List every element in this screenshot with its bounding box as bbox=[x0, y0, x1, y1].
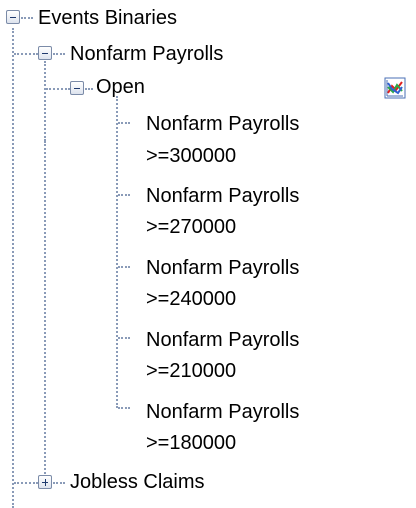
minus-icon bbox=[42, 53, 48, 54]
leaf-label-line2: >=300000 bbox=[146, 145, 237, 167]
leaf-label-line2: >=270000 bbox=[146, 216, 237, 238]
leaf-label-line1: Nonfarm Payrolls bbox=[146, 329, 300, 351]
tree-line bbox=[14, 482, 38, 484]
tree-line bbox=[14, 53, 38, 55]
tree-node-open[interactable]: Open bbox=[96, 72, 145, 103]
tree-line bbox=[118, 266, 130, 268]
tree-line bbox=[118, 407, 130, 409]
tree-line bbox=[53, 482, 65, 484]
collapse-toggle-open[interactable] bbox=[70, 81, 84, 95]
leaf-label-line1: Nonfarm Payrolls bbox=[146, 257, 300, 279]
tree-line bbox=[44, 61, 46, 141]
tree-line bbox=[116, 96, 118, 408]
tree-line bbox=[44, 141, 46, 481]
leaf-label-line2: >=240000 bbox=[146, 288, 237, 310]
tree-line bbox=[118, 337, 130, 339]
leaf-label-line1: Nonfarm Payrolls bbox=[146, 113, 300, 135]
chart-icon[interactable] bbox=[384, 77, 406, 99]
minus-icon bbox=[74, 88, 80, 89]
tree-line bbox=[85, 88, 93, 90]
expand-toggle-jobless-claims[interactable] bbox=[38, 475, 52, 489]
tree-node-jobless-claims[interactable]: Jobless Claims bbox=[70, 467, 204, 498]
tree-line bbox=[46, 88, 70, 90]
tree-node-nonfarm-payrolls[interactable]: Nonfarm Payrolls bbox=[70, 39, 223, 70]
tree-line bbox=[21, 17, 33, 19]
collapse-toggle-events-binaries[interactable] bbox=[6, 10, 20, 24]
leaf-label-line1: Nonfarm Payrolls bbox=[146, 401, 300, 423]
collapse-toggle-nonfarm-payrolls[interactable] bbox=[38, 46, 52, 60]
leaf-label-line2: >=180000 bbox=[146, 432, 237, 454]
leaf-label-line1: Nonfarm Payrolls bbox=[146, 185, 300, 207]
tree-node-events-binaries[interactable]: Events Binaries bbox=[38, 3, 177, 34]
tree-line bbox=[118, 122, 130, 124]
tree-line bbox=[53, 53, 65, 55]
leaf-label-line2: >=210000 bbox=[146, 360, 237, 382]
minus-icon bbox=[10, 17, 16, 18]
tree-line bbox=[118, 194, 130, 196]
tree-line bbox=[12, 28, 14, 508]
